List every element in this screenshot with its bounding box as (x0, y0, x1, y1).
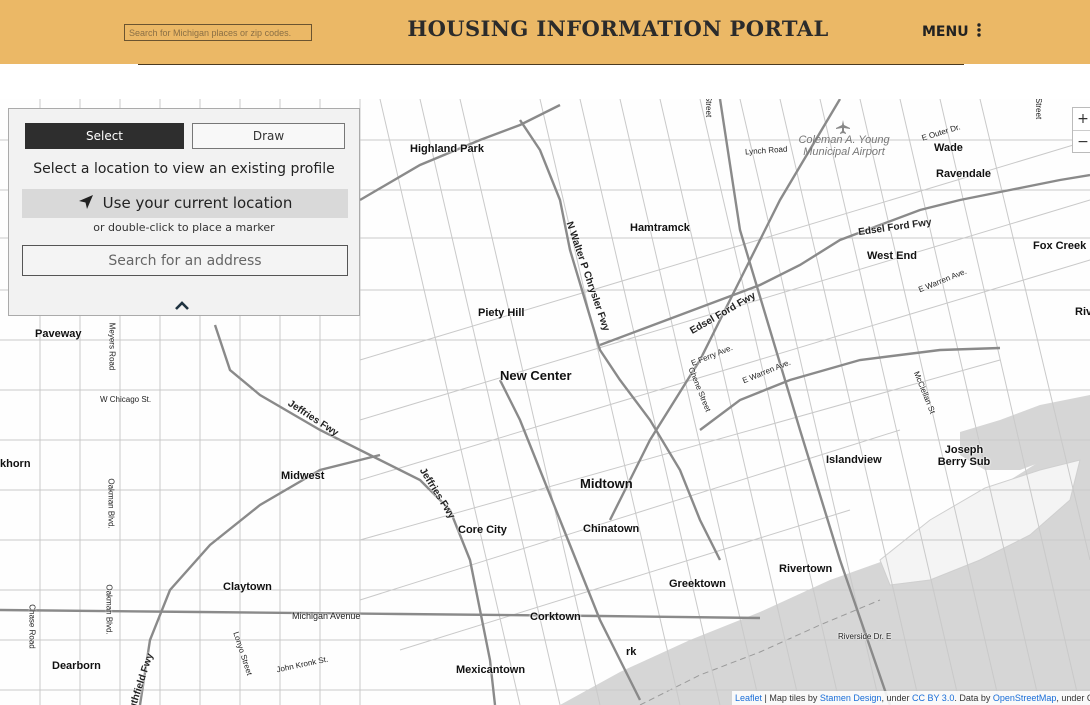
attribution-text: | Map tiles by (762, 693, 820, 703)
marker-hint: or double-click to place a marker (93, 221, 275, 234)
place-label: Core City (458, 524, 507, 536)
place-label: Hamtramck (630, 222, 690, 234)
road-label: Chase Road (27, 604, 37, 649)
place-label: Piety Hill (478, 307, 525, 319)
zoom-in-button[interactable]: + (1073, 108, 1090, 130)
road-label: Street (704, 99, 714, 118)
chevron-up-icon[interactable] (174, 299, 190, 317)
road-label: Meyers Road (107, 322, 117, 371)
current-location-button[interactable]: Use your current location (22, 189, 348, 218)
place-label: Mexicantown (456, 664, 526, 676)
road-label: W Chicago St. (100, 395, 152, 404)
attribution-text: , under (881, 693, 912, 703)
place-label: Wade (934, 142, 963, 154)
place-label: khorn (0, 458, 31, 470)
place-label: Claytown (223, 581, 272, 593)
place-label: Chinatown (583, 523, 640, 535)
place-label: Midwest (281, 470, 325, 482)
place-label: Highland Park (410, 143, 484, 155)
tab-select[interactable]: Select (25, 123, 184, 149)
header-divider (138, 64, 964, 65)
tab-draw[interactable]: Draw (192, 123, 345, 149)
attribution-text: . Data by (954, 693, 993, 703)
airport-label: Coleman A. Young Municipal Airport (798, 134, 890, 158)
road-label: Oakman Blvd. (106, 478, 116, 529)
map-attribution: Leaflet | Map tiles by Stamen Design, un… (732, 691, 1090, 705)
road-label: Oakman Blvd. (104, 584, 114, 635)
place-label: Rivertown (779, 563, 833, 575)
place-label: Corktown (530, 611, 581, 623)
menu-button[interactable]: MENU (922, 23, 982, 41)
place-label: Dearborn (52, 660, 101, 672)
location-panel: Select Draw Select a location to view an… (8, 108, 360, 316)
location-arrow-icon (78, 195, 93, 209)
road-label: Street (1034, 99, 1044, 120)
place-label: Riv (1075, 306, 1090, 318)
road-label: Michigan Avenue (292, 611, 361, 621)
current-location-label: Use your current location (102, 194, 293, 212)
attribution-text: , under ODb (1056, 693, 1090, 703)
place-label: Paveway (35, 328, 82, 340)
river-water (560, 395, 1090, 705)
place-label: Ravendale (936, 168, 992, 180)
road-label: Riverside Dr. E (838, 632, 892, 641)
place-label: Fox Creek (1033, 240, 1087, 252)
leaflet-link[interactable]: Leaflet (735, 693, 762, 703)
zoom-control: + − (1072, 107, 1090, 153)
kebab-vertical-icon (977, 23, 982, 41)
site-header: HOUSING INFORMATION PORTAL MENU (0, 0, 1090, 64)
place-label: New Center (500, 368, 572, 383)
place-label: West End (867, 250, 917, 262)
place-label: rk (626, 646, 637, 658)
menu-label: MENU (922, 24, 969, 40)
place-label: Greektown (669, 578, 726, 590)
place-label: Joseph Berry Sub (937, 444, 991, 468)
stamen-link[interactable]: Stamen Design (820, 693, 882, 703)
panel-prompt: Select a location to view an existing pr… (33, 161, 335, 177)
place-label: Islandview (826, 454, 882, 466)
cc-license-link[interactable]: CC BY 3.0 (912, 693, 954, 703)
address-search-input[interactable] (22, 245, 348, 276)
zoom-out-button[interactable]: − (1073, 130, 1090, 153)
osm-link[interactable]: OpenStreetMap (993, 693, 1057, 703)
place-label: Midtown (580, 476, 633, 491)
